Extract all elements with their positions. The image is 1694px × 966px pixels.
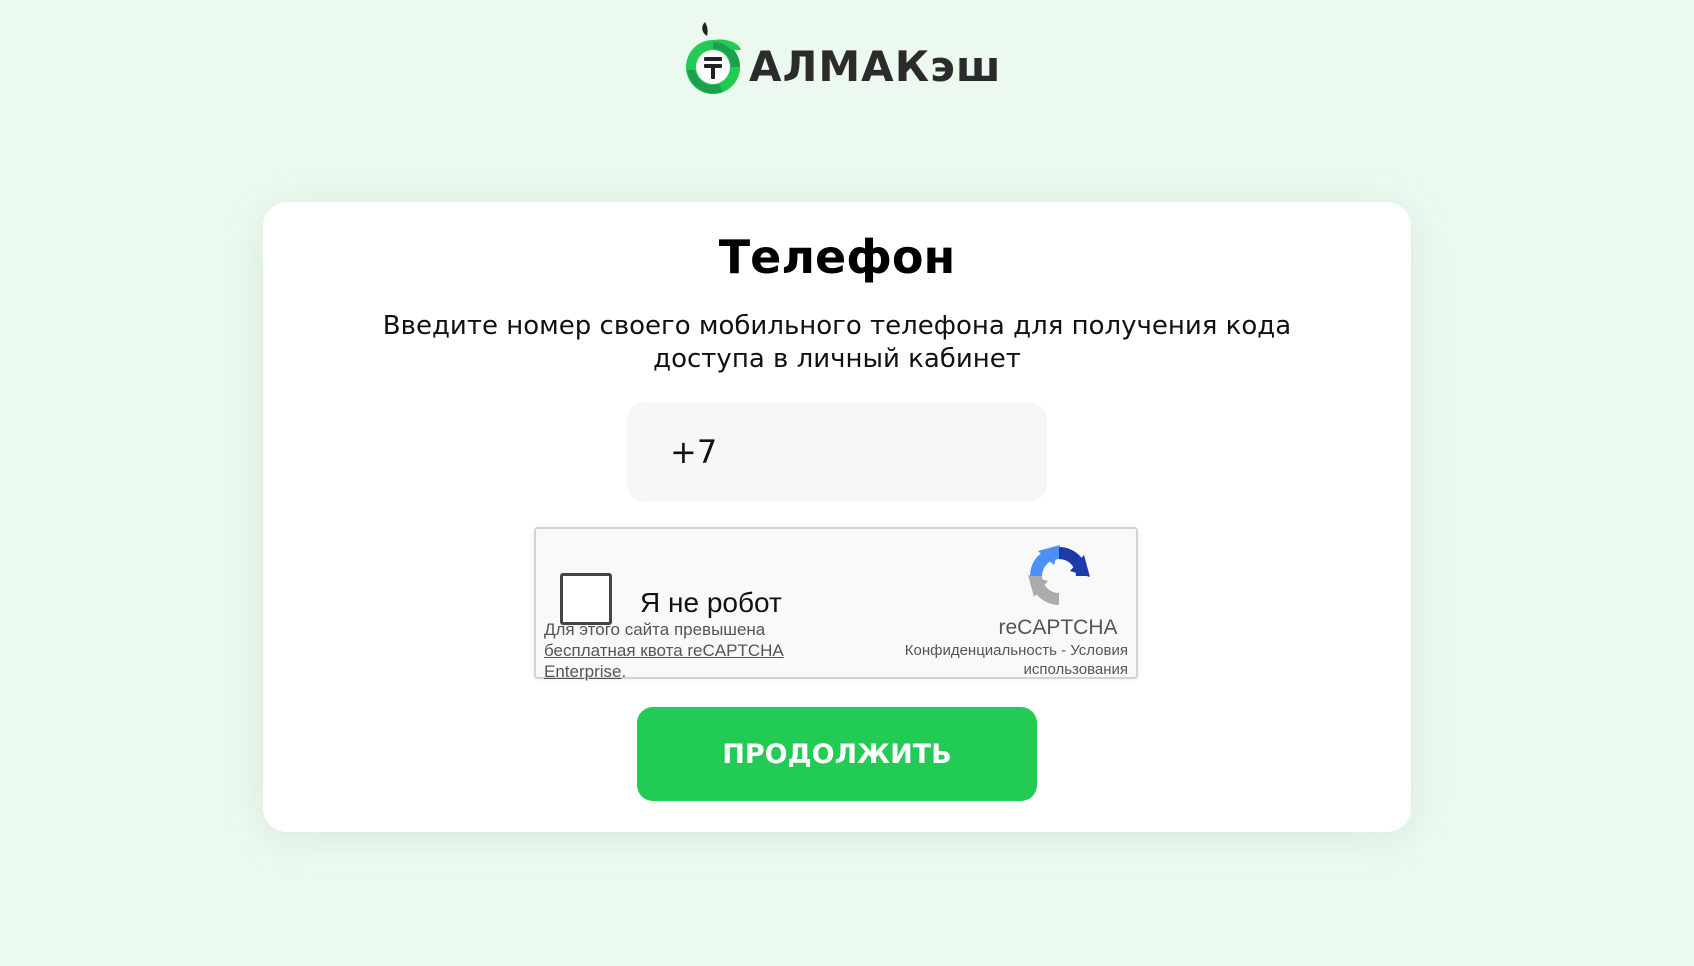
recaptcha-widget: Я не робот Для этого сайта превышена бес… (534, 527, 1138, 682)
captcha-quota-message: Для этого сайта превышена бесплатная кво… (544, 619, 814, 682)
recaptcha-brand: reCAPTCHA (998, 616, 1118, 639)
login-card: Телефон Введите номер своего мобильного … (263, 202, 1411, 832)
brand-name: АЛМАКэш (749, 41, 1002, 91)
captcha-label: Я не робот (640, 587, 782, 618)
tenge-apple-logo-icon (683, 20, 743, 102)
captcha-quota-suffix: . (621, 662, 627, 681)
captcha-quota-link[interactable]: бесплатная квота reCAPTCHA Enterprise (544, 641, 784, 681)
captcha-quota-text: Для этого сайта превышена (544, 620, 766, 639)
recaptcha-logo-icon (1024, 541, 1094, 611)
page-title: Телефон (718, 230, 956, 284)
captcha-links-separator: - (1061, 642, 1067, 659)
captcha-privacy-link[interactable]: Конфиденциальность (905, 642, 1057, 659)
continue-button[interactable]: ПРОДОЛЖИТЬ (637, 707, 1037, 801)
brand-logo[interactable]: АЛМАКэш (683, 20, 1002, 102)
page-subtitle: Введите номер своего мобильного телефона… (382, 311, 1292, 374)
captcha-checkbox[interactable] (560, 573, 612, 625)
phone-input[interactable] (627, 402, 1047, 502)
recaptcha-links: Конфиденциальность - Условия использован… (866, 641, 1128, 679)
